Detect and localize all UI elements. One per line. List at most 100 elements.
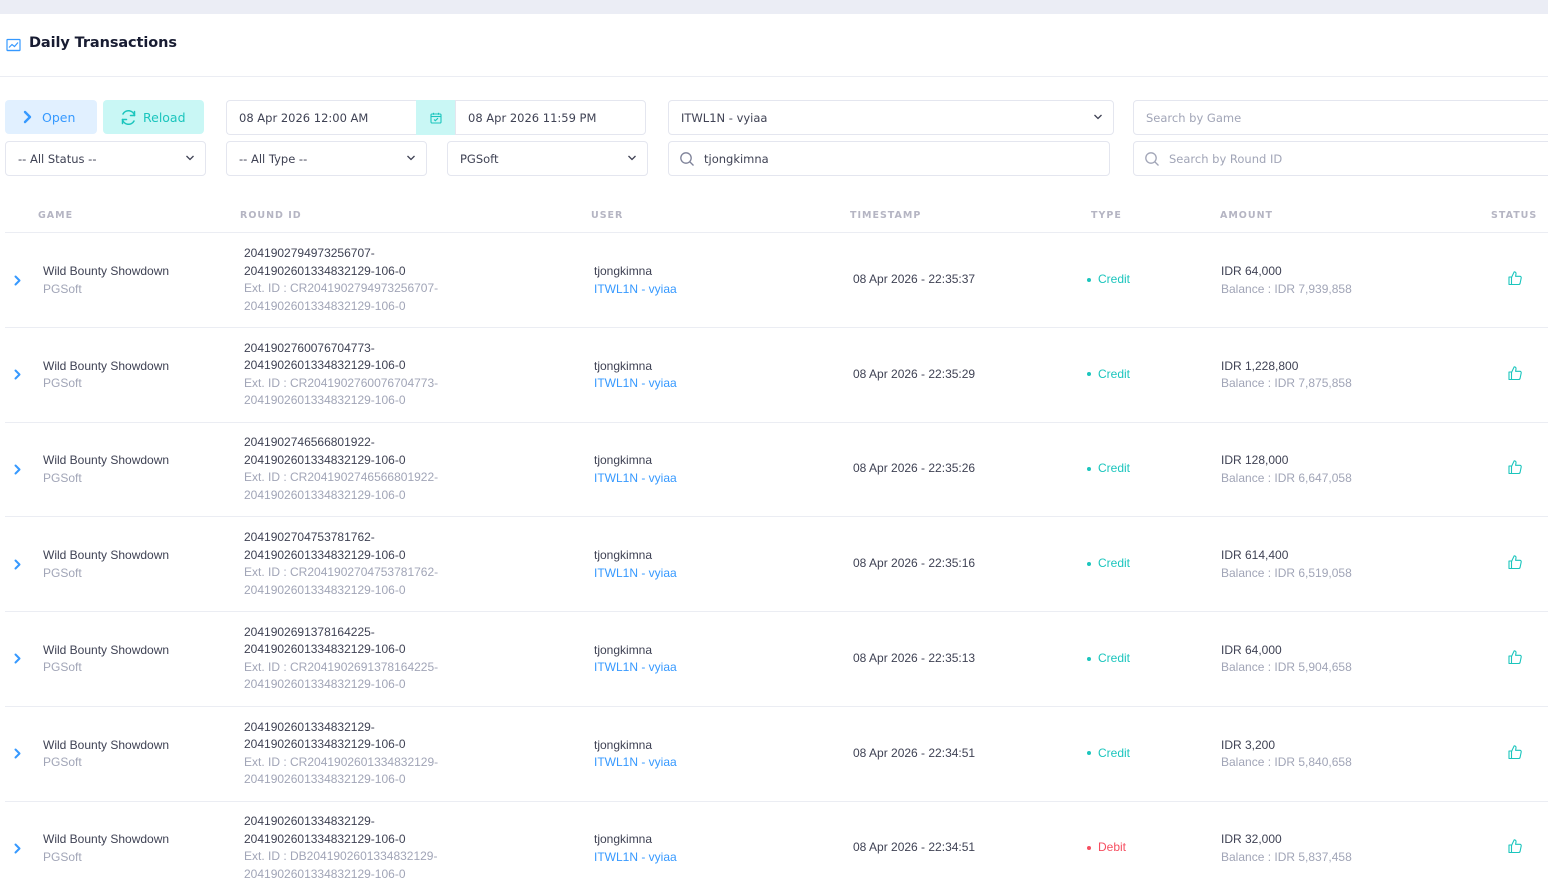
type-label: Credit: [1098, 556, 1131, 571]
column-header-timestamp[interactable]: TIMESTAMP: [850, 210, 921, 221]
balance-value: Balance : IDR 6,519,058: [1221, 565, 1352, 580]
round-id-cell: 2041902704753781762- 2041902601334832129…: [244, 529, 438, 599]
amount-cell: IDR 32,000 Balance : IDR 5,837,458: [1221, 831, 1352, 866]
chevron-down-icon: [1094, 114, 1102, 120]
round-id-cell: 2041902760076704773- 2041902601334832129…: [244, 340, 438, 410]
thumbs-up-icon: [1507, 744, 1523, 766]
user-name: tjongkimna: [594, 453, 653, 468]
type-dot: [1087, 845, 1091, 850]
round-id-line-1: 2041902601334832129-: [244, 814, 375, 829]
amount-value: IDR 1,228,800: [1221, 358, 1299, 373]
type-badge: Credit: [1087, 745, 1130, 763]
type-badge: Credit: [1087, 650, 1130, 668]
ext-id-line-1: Ext. ID : DB2041902601334832129-: [244, 849, 438, 864]
round-id-line-1: 2041902704753781762-: [244, 530, 375, 545]
user-agent-link[interactable]: ITWL1N - vyiaa: [594, 565, 677, 583]
thumbs-up-icon: [1507, 365, 1523, 387]
user-agent-link[interactable]: ITWL1N - vyiaa: [594, 281, 677, 299]
amount-value: IDR 64,000: [1221, 642, 1282, 657]
type-select[interactable]: -- All Type --: [226, 141, 427, 176]
ext-id-line-1: Ext. ID : CR2041902704753781762-: [244, 565, 439, 580]
column-header-status[interactable]: STATUS: [1491, 210, 1537, 221]
user-cell: tjongkimna ITWL1N - vyiaa: [594, 737, 677, 772]
game-name: Wild Bounty Showdown: [43, 548, 170, 563]
user-agent-link[interactable]: ITWL1N - vyiaa: [594, 754, 677, 772]
table-row: Wild Bounty Showdown PGSoft 204190276007…: [5, 328, 1548, 423]
table-row: Wild Bounty Showdown PGSoft 204190274656…: [5, 422, 1548, 518]
user-agent-link[interactable]: ITWL1N - vyiaa: [594, 375, 677, 393]
column-header-type[interactable]: TYPE: [1091, 210, 1122, 221]
user-cell: tjongkimna ITWL1N - vyiaa: [594, 263, 677, 298]
type-dot: [1087, 561, 1091, 566]
balance-value: Balance : IDR 5,904,658: [1221, 660, 1352, 675]
user-agent-link[interactable]: ITWL1N - vyiaa: [594, 470, 677, 488]
game-provider: PGSoft: [43, 755, 82, 769]
user-name: tjongkimna: [594, 358, 653, 373]
user-agent-link[interactable]: ITWL1N - vyiaa: [594, 659, 677, 677]
chart-line-icon: [6, 38, 21, 52]
balance-value: Balance : IDR 7,939,858: [1221, 281, 1352, 296]
user-name: tjongkimna: [594, 737, 653, 752]
open-button-label: Open: [42, 109, 76, 125]
ext-id-line-2: 2041902601334832129-106-0: [244, 582, 406, 597]
column-header-round-id[interactable]: ROUND ID: [240, 210, 302, 221]
user-agent-link[interactable]: ITWL1N - vyiaa: [594, 849, 677, 867]
table-row: Wild Bounty Showdown PGSoft 204190260133…: [5, 801, 1548, 878]
search-icon: [1145, 152, 1159, 166]
round-id-cell: 2041902691378164225- 2041902601334832129…: [244, 624, 438, 694]
round-id-cell: 2041902746566801922- 2041902601334832129…: [244, 434, 438, 504]
expand-row-icon[interactable]: [11, 652, 23, 666]
game-cell: Wild Bounty Showdown PGSoft: [43, 547, 169, 582]
game-cell: Wild Bounty Showdown PGSoft: [43, 358, 169, 393]
game-provider: PGSoft: [43, 660, 82, 675]
ext-id-line-2: 2041902601334832129-106-0: [244, 298, 406, 313]
amount-cell: IDR 64,000 Balance : IDR 7,939,858: [1221, 263, 1352, 298]
expand-row-icon[interactable]: [11, 557, 23, 571]
amount-value: IDR 128,000: [1221, 453, 1289, 468]
ext-id-line-1: Ext. ID : CR2041902794973256707-: [244, 281, 439, 295]
expand-row-icon[interactable]: [11, 747, 23, 761]
round-id-line-1: 2041902760076704773-: [244, 340, 375, 355]
game-search-input[interactable]: Search by Game: [1133, 100, 1548, 135]
type-badge: Credit: [1087, 366, 1130, 384]
ext-id-line-2: 2041902601334832129-106-0: [244, 487, 406, 502]
type-dot: [1087, 656, 1091, 661]
balance-value: Balance : IDR 5,837,458: [1221, 849, 1352, 864]
expand-row-icon[interactable]: [11, 368, 23, 382]
column-header-amount[interactable]: AMOUNT: [1220, 210, 1273, 221]
provider-select[interactable]: PGSoft: [447, 141, 648, 176]
date-to-input[interactable]: 08 Apr 2026 11:59 PM: [455, 100, 646, 135]
type-label: Debit: [1098, 840, 1127, 855]
round-id-cell: 2041902601334832129- 2041902601334832129…: [244, 813, 437, 878]
balance-value: Balance : IDR 6,647,058: [1221, 470, 1352, 485]
date-from-input[interactable]: 08 Apr 2026 12:00 AM: [226, 100, 417, 135]
calendar-icon[interactable]: [416, 100, 456, 135]
thumbs-up-icon: [1507, 270, 1523, 292]
table-header: GAME ROUND ID USER TIMESTAMP TYPE AMOUNT…: [5, 199, 1548, 233]
game-provider: PGSoft: [43, 281, 82, 296]
round-id-line-1: 2041902746566801922-: [244, 435, 375, 450]
expand-row-icon[interactable]: [11, 841, 23, 855]
user-search-input[interactable]: tjongkimna: [668, 141, 1110, 176]
expand-row-icon[interactable]: [11, 273, 23, 287]
user-cell: tjongkimna ITWL1N - vyiaa: [594, 642, 677, 677]
open-button[interactable]: Open: [5, 100, 97, 134]
agent-select[interactable]: ITWL1N - vyiaa: [668, 100, 1114, 135]
reload-button[interactable]: Reload: [103, 100, 204, 134]
game-provider: PGSoft: [43, 376, 82, 391]
user-name: tjongkimna: [594, 264, 653, 278]
amount-cell: IDR 614,400 Balance : IDR 6,519,058: [1221, 547, 1352, 582]
round-id-line-2: 2041902601334832129-106-0: [244, 737, 406, 751]
game-cell: Wild Bounty Showdown PGSoft: [43, 737, 169, 772]
status-select[interactable]: -- All Status --: [5, 141, 206, 176]
type-label: Credit: [1098, 366, 1131, 381]
round-search-input[interactable]: Search by Round ID: [1133, 141, 1548, 176]
game-cell: Wild Bounty Showdown PGSoft: [43, 263, 169, 298]
round-id-line-1: 2041902601334832129-: [244, 719, 375, 734]
expand-row-icon[interactable]: [11, 462, 23, 476]
type-label: Credit: [1098, 745, 1131, 760]
column-header-game[interactable]: GAME: [38, 210, 73, 221]
column-header-user[interactable]: USER: [591, 210, 623, 221]
status-select-value: -- All Status --: [18, 151, 97, 166]
ext-id-line-1: Ext. ID : CR2041902760076704773-: [244, 375, 439, 390]
